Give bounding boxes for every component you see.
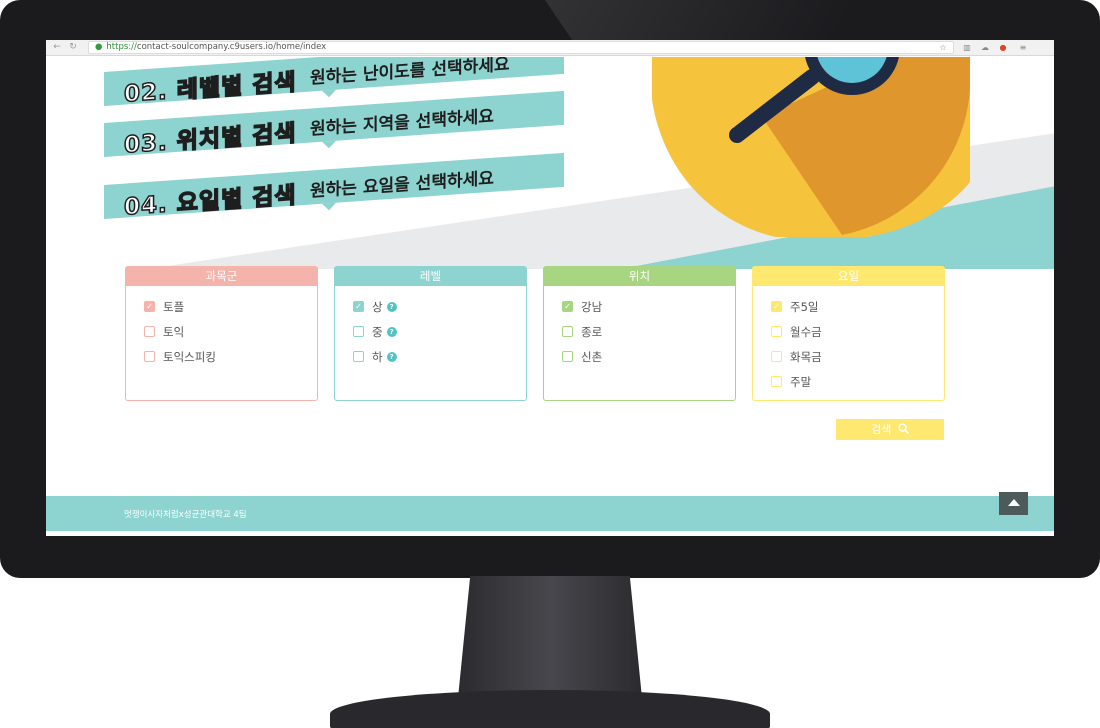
- filter-option[interactable]: ✓ 상?: [353, 294, 526, 319]
- reload-icon[interactable]: ↻: [68, 42, 78, 52]
- filter-level: 레벨 ✓ 상? 중? 하?: [334, 266, 527, 401]
- back-icon[interactable]: ←: [52, 42, 62, 52]
- filter-option[interactable]: 중?: [353, 319, 526, 344]
- magnifier-illustration: [652, 57, 970, 237]
- filter-option-label: 신촌: [581, 349, 603, 364]
- banner-location-title: 03. 위치별 검색: [123, 120, 297, 160]
- filter-option-label: 상: [372, 299, 383, 314]
- url-host: contact-soulcompany.c9users.io: [136, 42, 274, 52]
- filter-level-list: ✓ 상? 중? 하?: [335, 286, 526, 369]
- help-icon[interactable]: ?: [386, 301, 397, 312]
- filter-day-list: ✓ 주5일월수금화목금주말: [753, 286, 944, 394]
- hero-banner: 02. 레벨별 검색 원하는 난이도를 선택하세요 03. 위치별 검색 원하는…: [46, 57, 1054, 269]
- checkbox[interactable]: [144, 351, 155, 362]
- checkbox-checked[interactable]: ✓: [353, 301, 364, 312]
- checkbox[interactable]: [771, 351, 782, 362]
- checkbox-checked[interactable]: ✓: [771, 301, 782, 312]
- star-icon[interactable]: ☆: [938, 43, 948, 52]
- url-scheme: https://: [106, 42, 137, 52]
- help-icon[interactable]: ?: [386, 351, 397, 362]
- filter-option[interactable]: 토익스피킹: [144, 344, 317, 369]
- help-icon[interactable]: ?: [386, 326, 397, 337]
- filter-level-title: 레벨: [335, 267, 526, 286]
- filter-subject-title: 과목군: [126, 267, 317, 286]
- filter-day-title: 요일: [753, 267, 944, 286]
- banner-notch: [322, 89, 336, 98]
- scroll-top-button[interactable]: [999, 492, 1028, 515]
- filter-location-title: 위치: [544, 267, 735, 286]
- banner-notch: [322, 140, 336, 149]
- filter-option-label: 화목금: [790, 349, 822, 364]
- banner-day: 04. 요일별 검색 원하는 요일을 선택하세요: [104, 152, 564, 222]
- filter-subject: 과목군 ✓ 토플토익토익스피킹: [125, 266, 318, 401]
- filter-subject-list: ✓ 토플토익토익스피킹: [126, 286, 317, 369]
- filter-option[interactable]: 주말: [771, 369, 944, 394]
- filter-option[interactable]: 종로: [562, 319, 735, 344]
- banner-level-desc: 원하는 난이도를 선택하세요: [310, 57, 510, 89]
- checkbox[interactable]: [771, 376, 782, 387]
- filter-option[interactable]: ✓ 강남: [562, 294, 735, 319]
- filter-option-label: 토플: [163, 299, 185, 314]
- banner-day-title: 04. 요일별 검색: [123, 182, 297, 222]
- filter-option[interactable]: 하?: [353, 344, 526, 369]
- banner-level-title: 02. 레벨별 검색: [123, 69, 297, 109]
- footer-text: 멋쟁이사자처럼x성균관대학교 4팀: [124, 510, 247, 520]
- search-button-label: 검색: [871, 423, 892, 436]
- extension-icon[interactable]: ▥: [962, 43, 972, 52]
- url-path: /home/index: [273, 42, 327, 52]
- search-icon: [898, 423, 909, 434]
- filter-option-label: 주5일: [790, 299, 819, 314]
- checkbox-checked[interactable]: ✓: [144, 301, 155, 312]
- search-button[interactable]: 검색: [836, 419, 944, 440]
- banner-location-desc: 원하는 지역을 선택하세요: [310, 106, 494, 140]
- checkbox[interactable]: [353, 351, 364, 362]
- cloud-icon[interactable]: ☁: [980, 43, 990, 52]
- filter-option[interactable]: 신촌: [562, 344, 735, 369]
- filter-option-label: 주말: [790, 374, 812, 389]
- checkbox[interactable]: [562, 351, 573, 362]
- filter-option[interactable]: 토익: [144, 319, 317, 344]
- filter-option[interactable]: 화목금: [771, 344, 944, 369]
- checkbox[interactable]: [562, 326, 573, 337]
- filter-option[interactable]: ✓ 토플: [144, 294, 317, 319]
- filter-option-label: 토익스피킹: [163, 349, 216, 364]
- filter-location: 위치 ✓ 강남종로신촌: [543, 266, 736, 401]
- address-bar[interactable]: ● https://contact-soulcompany.c9users.io/…: [88, 41, 954, 54]
- filter-option-label: 월수금: [790, 324, 822, 339]
- screen: ← ↻ ● https://contact-soulcompany.c9users…: [46, 40, 1054, 536]
- filter-option-label: 토익: [163, 324, 185, 339]
- filter-option[interactable]: 월수금: [771, 319, 944, 344]
- browser-toolbar: ← ↻ ● https://contact-soulcompany.c9users…: [46, 40, 1054, 56]
- filter-day: 요일 ✓ 주5일월수금화목금주말: [752, 266, 945, 401]
- filter-option[interactable]: ✓ 주5일: [771, 294, 944, 319]
- filter-location-list: ✓ 강남종로신촌: [544, 286, 735, 369]
- checkbox[interactable]: [771, 326, 782, 337]
- footer: 멋쟁이사자처럼x성균관대학교 4팀: [46, 492, 1054, 531]
- stage: ← ↻ ● https://contact-soulcompany.c9users…: [0, 0, 1100, 728]
- filter-option-label: 종로: [581, 324, 603, 339]
- banner-notch: [322, 202, 336, 211]
- filter-option-label: 중: [372, 324, 383, 339]
- checkbox[interactable]: [353, 326, 364, 337]
- checkbox[interactable]: [144, 326, 155, 337]
- banner-day-desc: 원하는 요일을 선택하세요: [310, 168, 494, 202]
- opera-icon[interactable]: ●: [998, 43, 1008, 52]
- menu-icon[interactable]: ≡: [1018, 43, 1028, 52]
- monitor-stand-base: [330, 690, 770, 728]
- checkbox-checked[interactable]: ✓: [562, 301, 573, 312]
- filter-option-label: 강남: [581, 299, 603, 314]
- filter-option-label: 하: [372, 349, 383, 364]
- lock-icon: ●: [95, 42, 103, 52]
